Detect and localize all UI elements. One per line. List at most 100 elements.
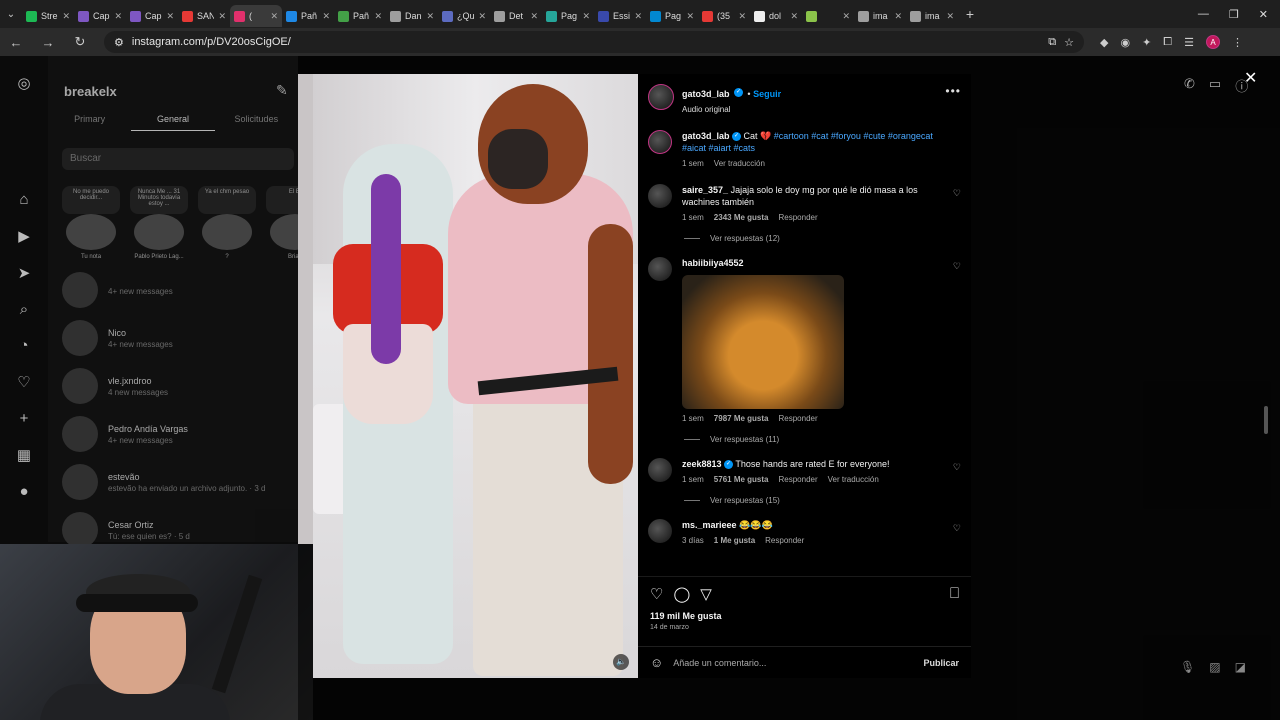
- caption-username[interactable]: gato3d_lab: [682, 131, 730, 141]
- conversation-item[interactable]: estevão estevão ha enviado un archivo adj…: [62, 458, 265, 506]
- browser-tab[interactable]: ima ✕: [906, 5, 958, 27]
- post-media[interactable]: 🔈: [313, 74, 638, 678]
- reply-button[interactable]: Responder: [779, 474, 818, 486]
- messages-icon[interactable]: ➤: [15, 264, 33, 282]
- tab-primary[interactable]: Primary: [48, 114, 131, 131]
- follow-button[interactable]: Seguir: [753, 89, 781, 99]
- video-icon[interactable]: ▭: [1209, 76, 1221, 95]
- close-tab-icon[interactable]: ✕: [946, 11, 954, 22]
- browser-tab[interactable]: Det ✕: [490, 5, 542, 27]
- site-info-icon[interactable]: ⚙: [114, 36, 124, 49]
- close-tab-icon[interactable]: ✕: [634, 11, 642, 22]
- close-tab-icon[interactable]: ✕: [426, 11, 434, 22]
- browser-tab[interactable]: (✕: [230, 5, 282, 27]
- browser-tab[interactable]: Dan ✕: [386, 5, 438, 27]
- close-tab-icon[interactable]: ✕: [374, 11, 382, 22]
- tab-requests[interactable]: Solicitudes: [215, 114, 298, 131]
- comment-like-icon[interactable]: ♡: [953, 523, 961, 534]
- back-icon[interactable]: ←: [8, 35, 24, 50]
- comment-icon[interactable]: ◯: [673, 585, 690, 603]
- tab-general[interactable]: General: [131, 114, 215, 131]
- browser-tab[interactable]: Essi ✕: [594, 5, 646, 27]
- menu-icon[interactable]: ⋮: [1232, 36, 1243, 49]
- notifications-icon[interactable]: ♡: [15, 373, 33, 391]
- browser-tab[interactable]: ¿Qu ✕: [438, 5, 490, 27]
- reels-icon[interactable]: ▶: [15, 227, 33, 245]
- reply-button[interactable]: Responder: [765, 535, 804, 547]
- close-tab-icon[interactable]: ✕: [686, 11, 694, 22]
- conversation-item[interactable]: Nico 4+ new messages: [62, 314, 265, 362]
- close-window-icon[interactable]: ✕: [1259, 8, 1268, 21]
- reading-list-icon[interactable]: ☰: [1184, 36, 1194, 49]
- save-bookmark-icon[interactable]: ⎕: [950, 585, 959, 603]
- browser-tab[interactable]: Stre ✕: [22, 5, 74, 27]
- comment-likes[interactable]: 2343 Me gusta: [714, 212, 769, 224]
- close-tab-icon[interactable]: ✕: [842, 11, 850, 22]
- browser-tab[interactable]: ✕: [802, 5, 854, 27]
- close-tab-icon[interactable]: ✕: [478, 11, 486, 22]
- view-replies[interactable]: Ver respuestas (12): [684, 234, 971, 243]
- author-avatar[interactable]: [648, 84, 674, 110]
- commenter-avatar[interactable]: [648, 519, 672, 543]
- browser-tab[interactable]: SAN ✕: [178, 5, 230, 27]
- publish-button[interactable]: Publicar: [923, 658, 959, 668]
- browser-tab[interactable]: dol ✕: [750, 5, 802, 27]
- comment-likes[interactable]: 7987 Me gusta: [714, 413, 769, 425]
- note-item[interactable]: No me puedo decidir... Tu nota: [62, 186, 120, 260]
- like-heart-icon[interactable]: ♡: [650, 585, 663, 603]
- browser-tab[interactable]: ima ✕: [854, 5, 906, 27]
- author-username[interactable]: gato3d_lab: [682, 89, 730, 99]
- comment-likes[interactable]: 1 Me gusta: [714, 535, 755, 547]
- phone-icon[interactable]: ✆: [1184, 76, 1195, 95]
- image-icon[interactable]: ▨: [1209, 660, 1220, 674]
- comment-like-icon[interactable]: ♡: [953, 188, 961, 199]
- comment-gif-image[interactable]: [682, 275, 844, 409]
- new-message-icon[interactable]: ✎: [276, 82, 288, 99]
- search-icon[interactable]: ⌕: [15, 301, 33, 318]
- emoji-icon[interactable]: ☺: [650, 655, 663, 670]
- new-tab-button[interactable]: +: [958, 6, 982, 22]
- audio-label[interactable]: Audio original: [682, 105, 781, 114]
- close-tab-icon[interactable]: ✕: [790, 11, 798, 22]
- share-icon[interactable]: ▽: [700, 585, 712, 603]
- comment-like-icon[interactable]: ♡: [953, 462, 961, 473]
- extension-icon[interactable]: ✦: [1142, 36, 1151, 49]
- puzzle-icon[interactable]: ⧠: [1163, 36, 1172, 49]
- forward-icon[interactable]: →: [40, 35, 56, 50]
- close-modal-icon[interactable]: ✕: [1244, 68, 1257, 88]
- browser-tab[interactable]: Pag ✕: [542, 5, 594, 27]
- commenter-username[interactable]: saire_357_: [682, 185, 728, 195]
- comment-like-icon[interactable]: ♡: [953, 261, 961, 272]
- profile-icon[interactable]: ●: [15, 483, 33, 500]
- home-icon[interactable]: ⌂: [15, 191, 33, 208]
- explore-icon[interactable]: ◔: [15, 337, 33, 354]
- conversation-item[interactable]: vle.jxndroo 4 new messages: [62, 362, 265, 410]
- close-tab-icon[interactable]: ✕: [530, 11, 538, 22]
- close-tab-icon[interactable]: ✕: [270, 11, 278, 22]
- sticker-icon[interactable]: ◪: [1235, 660, 1246, 674]
- dm-search-input[interactable]: Buscar: [62, 148, 294, 170]
- browser-tab[interactable]: Pañ ✕: [334, 5, 386, 27]
- translate-link[interactable]: Ver traducción: [828, 474, 879, 486]
- close-tab-icon[interactable]: ✕: [114, 11, 122, 22]
- bookmark-star-icon[interactable]: ☆: [1064, 36, 1074, 49]
- close-tab-icon[interactable]: ✕: [166, 11, 174, 22]
- conversation-item[interactable]: Pedro Andía Vargas 4+ new messages: [62, 410, 265, 458]
- browser-tab[interactable]: Cap ✕: [74, 5, 126, 27]
- author-avatar[interactable]: [648, 130, 672, 154]
- view-replies[interactable]: Ver respuestas (15): [684, 496, 971, 505]
- reload-icon[interactable]: ↻: [72, 34, 88, 50]
- tab-search-icon[interactable]: ⌄: [0, 9, 22, 20]
- instagram-logo-icon[interactable]: ◎: [15, 74, 33, 92]
- minimize-icon[interactable]: —: [1198, 8, 1209, 21]
- commenter-username[interactable]: zeek8813: [682, 459, 722, 469]
- microphone-icon[interactable]: 🎙: [1180, 660, 1195, 674]
- likes-count[interactable]: 119 mil Me gusta: [650, 611, 959, 621]
- reply-button[interactable]: Responder: [779, 413, 818, 425]
- commenter-avatar[interactable]: [648, 257, 672, 281]
- more-options-icon[interactable]: •••: [945, 84, 961, 98]
- create-icon[interactable]: +: [15, 410, 33, 427]
- extension-icon[interactable]: ◆: [1100, 36, 1108, 49]
- scrollbar[interactable]: [1264, 406, 1268, 434]
- note-item[interactable]: Ya el chm pesao?: [198, 186, 256, 260]
